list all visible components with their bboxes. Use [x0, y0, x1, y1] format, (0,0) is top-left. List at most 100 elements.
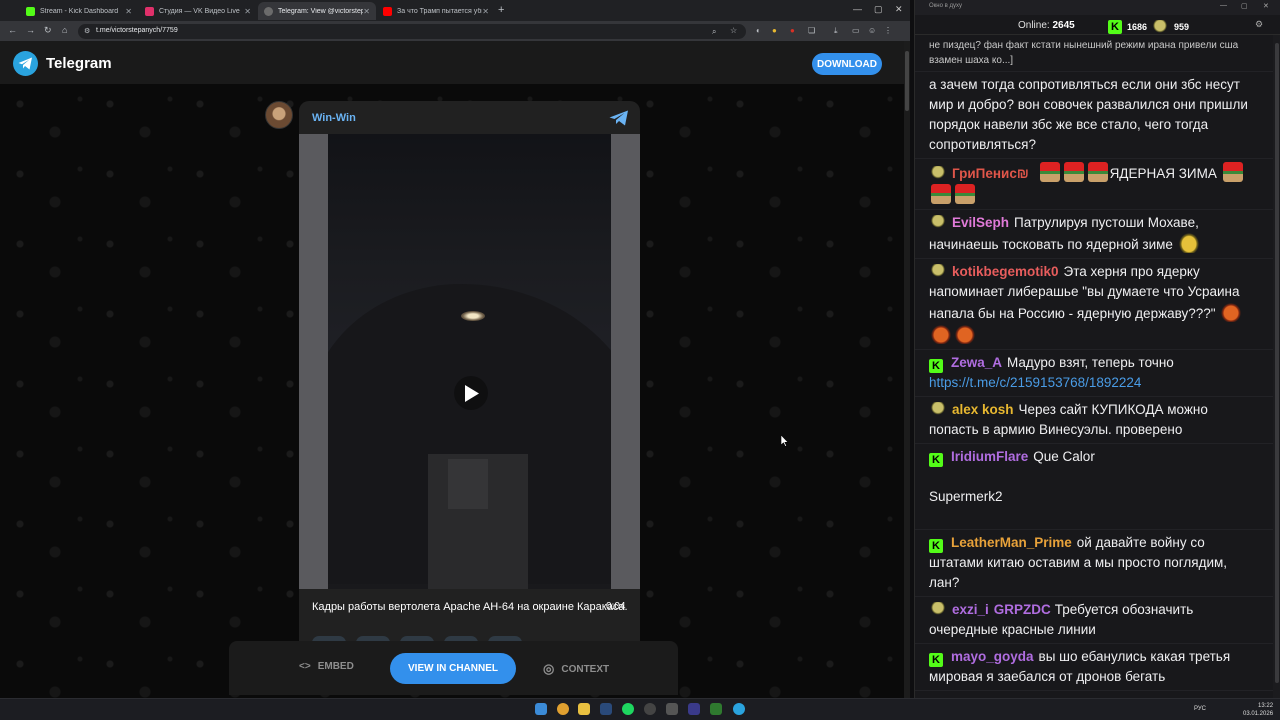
folder-icon[interactable] [578, 703, 590, 715]
sidebar-icon[interactable]: ▭ [852, 26, 860, 35]
channel-name[interactable]: Win-Win [312, 112, 356, 124]
message-text: а зачем тогда сопротивляться если они зб… [929, 77, 1248, 152]
telegram-brand[interactable]: Telegram [46, 55, 112, 72]
telegram-plane-icon[interactable] [609, 110, 629, 126]
username[interactable]: EvilSeph [952, 215, 1009, 230]
username[interactable]: ГриПенис₪ [952, 166, 1029, 181]
minimize-icon[interactable]: — [1220, 2, 1227, 9]
download-button[interactable]: DOWNLOAD [812, 53, 882, 75]
tab-label: Telegram: View @victorstepanych [278, 7, 364, 15]
clock-time: 13:22 [1258, 703, 1274, 709]
app-icon[interactable] [666, 703, 678, 715]
embed-button[interactable]: <> EMBED [299, 661, 354, 672]
maximize-icon[interactable]: ▢ [1241, 2, 1248, 10]
close-tab-icon[interactable]: ✕ [125, 7, 132, 16]
close-window-icon[interactable]: ✕ [1263, 2, 1269, 10]
obs-icon[interactable] [644, 703, 656, 715]
tab-vk-studio[interactable]: Студия — VK Видео Live ✕ [139, 2, 257, 20]
tab-label: Stream - Kick Dashboard [40, 7, 119, 15]
page-scrollbar-thumb[interactable] [905, 51, 909, 111]
steam-icon[interactable] [600, 703, 612, 715]
username[interactable]: LeatherMan_Prime [951, 535, 1072, 550]
other-count: 959 [1174, 22, 1190, 32]
user-badge-icon [929, 166, 947, 180]
page-scrollbar[interactable] [904, 41, 910, 698]
close-window-icon[interactable]: ✕ [895, 4, 903, 15]
context-button[interactable]: ◎ CONTEXT [543, 661, 609, 677]
kick-viewers: K 1686 [1108, 20, 1147, 34]
extension-icon[interactable]: ● [772, 26, 777, 35]
kick-badge-icon: K [929, 453, 943, 467]
extension-icon[interactable]: ● [790, 26, 795, 35]
app-icon[interactable] [688, 703, 700, 715]
bookmark-star-icon[interactable]: ☆ [730, 26, 737, 35]
close-tab-icon[interactable]: ✕ [244, 7, 251, 16]
clock[interactable]: 13:22 03.01.2026 [1243, 702, 1273, 718]
app-icon[interactable] [710, 703, 722, 715]
kick-badge-icon: K [929, 359, 943, 373]
fox-emote-icon [931, 324, 951, 344]
video-building-detail [448, 459, 488, 509]
telegram-logo-icon[interactable] [13, 51, 38, 76]
telegram-taskbar-icon[interactable] [733, 703, 745, 715]
username[interactable]: mayo_goyda [951, 649, 1034, 664]
view-in-channel-button[interactable]: VIEW IN CHANNEL [390, 653, 516, 684]
chat-message: K Zewa_A Мадуро взят, теперь точно https:/… [915, 350, 1273, 397]
mouse-cursor-icon [781, 435, 789, 447]
username[interactable]: exzi_i [952, 602, 989, 617]
start-windows-icon[interactable] [535, 703, 547, 715]
message-text: ЯДЕРНАЯ ЗИМА [1109, 166, 1217, 181]
username[interactable]: Zewa_A [951, 355, 1002, 370]
post-card: Win-Win 0:04 Кадры работы вертолета Apac… [299, 101, 640, 661]
chat-window-title: Окно в духу [929, 3, 962, 9]
chat-scrollbar[interactable] [1273, 35, 1280, 698]
chat-message: kotikbegemotik0 Эта херня про ядерку напо… [915, 259, 1273, 350]
minimize-icon[interactable]: — [853, 4, 862, 14]
site-info-icon[interactable]: ⚙ [84, 27, 90, 35]
spotify-icon[interactable] [622, 703, 634, 715]
message-link[interactable]: https://t.me/c/2159153768/1892224 [929, 375, 1141, 390]
video-player[interactable]: 0:04 [299, 134, 640, 612]
chat-scrollbar-thumb[interactable] [1275, 43, 1279, 683]
profile-icon[interactable]: ☺ [868, 26, 876, 35]
other-viewers: 959 [1151, 20, 1189, 34]
chat-message: не пиздец? фан факт кстати нынешний режи… [915, 35, 1273, 72]
channel-avatar[interactable] [265, 101, 293, 129]
tab-kick-dashboard[interactable]: Stream - Kick Dashboard ✕ [20, 2, 138, 20]
youtube-favicon-icon [383, 6, 392, 16]
home-icon[interactable]: ⌂ [62, 25, 67, 35]
tab-telegram[interactable]: Telegram: View @victorstepanych ✕ [258, 2, 376, 20]
username[interactable]: alex kosh [952, 402, 1014, 417]
globe-icon: ◎ [543, 661, 555, 676]
play-button[interactable] [454, 376, 488, 410]
chat-message: exzi_i GRPZDC Требуется обозначить очередн… [915, 597, 1273, 644]
code-icon: <> [299, 661, 311, 672]
tab-label: Студия — VK Видео Live [159, 7, 240, 15]
close-tab-icon[interactable]: ✕ [482, 7, 489, 16]
chat-message: а зачем тогда сопротивляться если они зб… [915, 72, 1273, 159]
message-text: не пиздец? фан факт кстати нынешний режи… [929, 40, 1239, 66]
reload-icon[interactable]: ↻ [44, 25, 52, 36]
keyboard-language[interactable]: РУС [1194, 706, 1206, 712]
downloads-icon[interactable]: ⤓ [834, 26, 838, 36]
close-tab-icon[interactable]: ✕ [363, 7, 370, 16]
mentioned-username[interactable]: GRPZDC [994, 602, 1051, 617]
username[interactable]: kotikbegemotik0 [952, 264, 1059, 279]
settings-gear-icon[interactable]: ⚙ [1255, 19, 1263, 30]
vk-favicon-icon [145, 6, 154, 16]
more-menu-icon[interactable]: ⋮ [884, 26, 892, 35]
telegram-favicon-icon [264, 6, 273, 16]
username[interactable]: IridiumFlare [951, 449, 1028, 464]
url-field[interactable]: ⚙ t.me/victorstepanych/7759 ⌕ ☆ [78, 24, 746, 39]
maximize-icon[interactable]: ▢ [874, 4, 883, 15]
extension-icon[interactable]: ◐ [756, 26, 761, 35]
taskbar: РУС 13:22 03.01.2026 [0, 698, 1280, 720]
back-icon[interactable]: ← [8, 25, 17, 35]
zoom-icon[interactable]: ⌕ [712, 27, 716, 37]
chrome-icon[interactable] [557, 703, 569, 715]
new-tab-button[interactable]: + [498, 4, 504, 16]
forward-icon[interactable]: → [26, 25, 35, 35]
tab-youtube[interactable]: За что Трамп пытается убить Мадуро ✕ [377, 2, 495, 20]
gnome-emote-icon [1222, 162, 1243, 182]
extensions-puzzle-icon[interactable]: ❏ [808, 26, 815, 35]
